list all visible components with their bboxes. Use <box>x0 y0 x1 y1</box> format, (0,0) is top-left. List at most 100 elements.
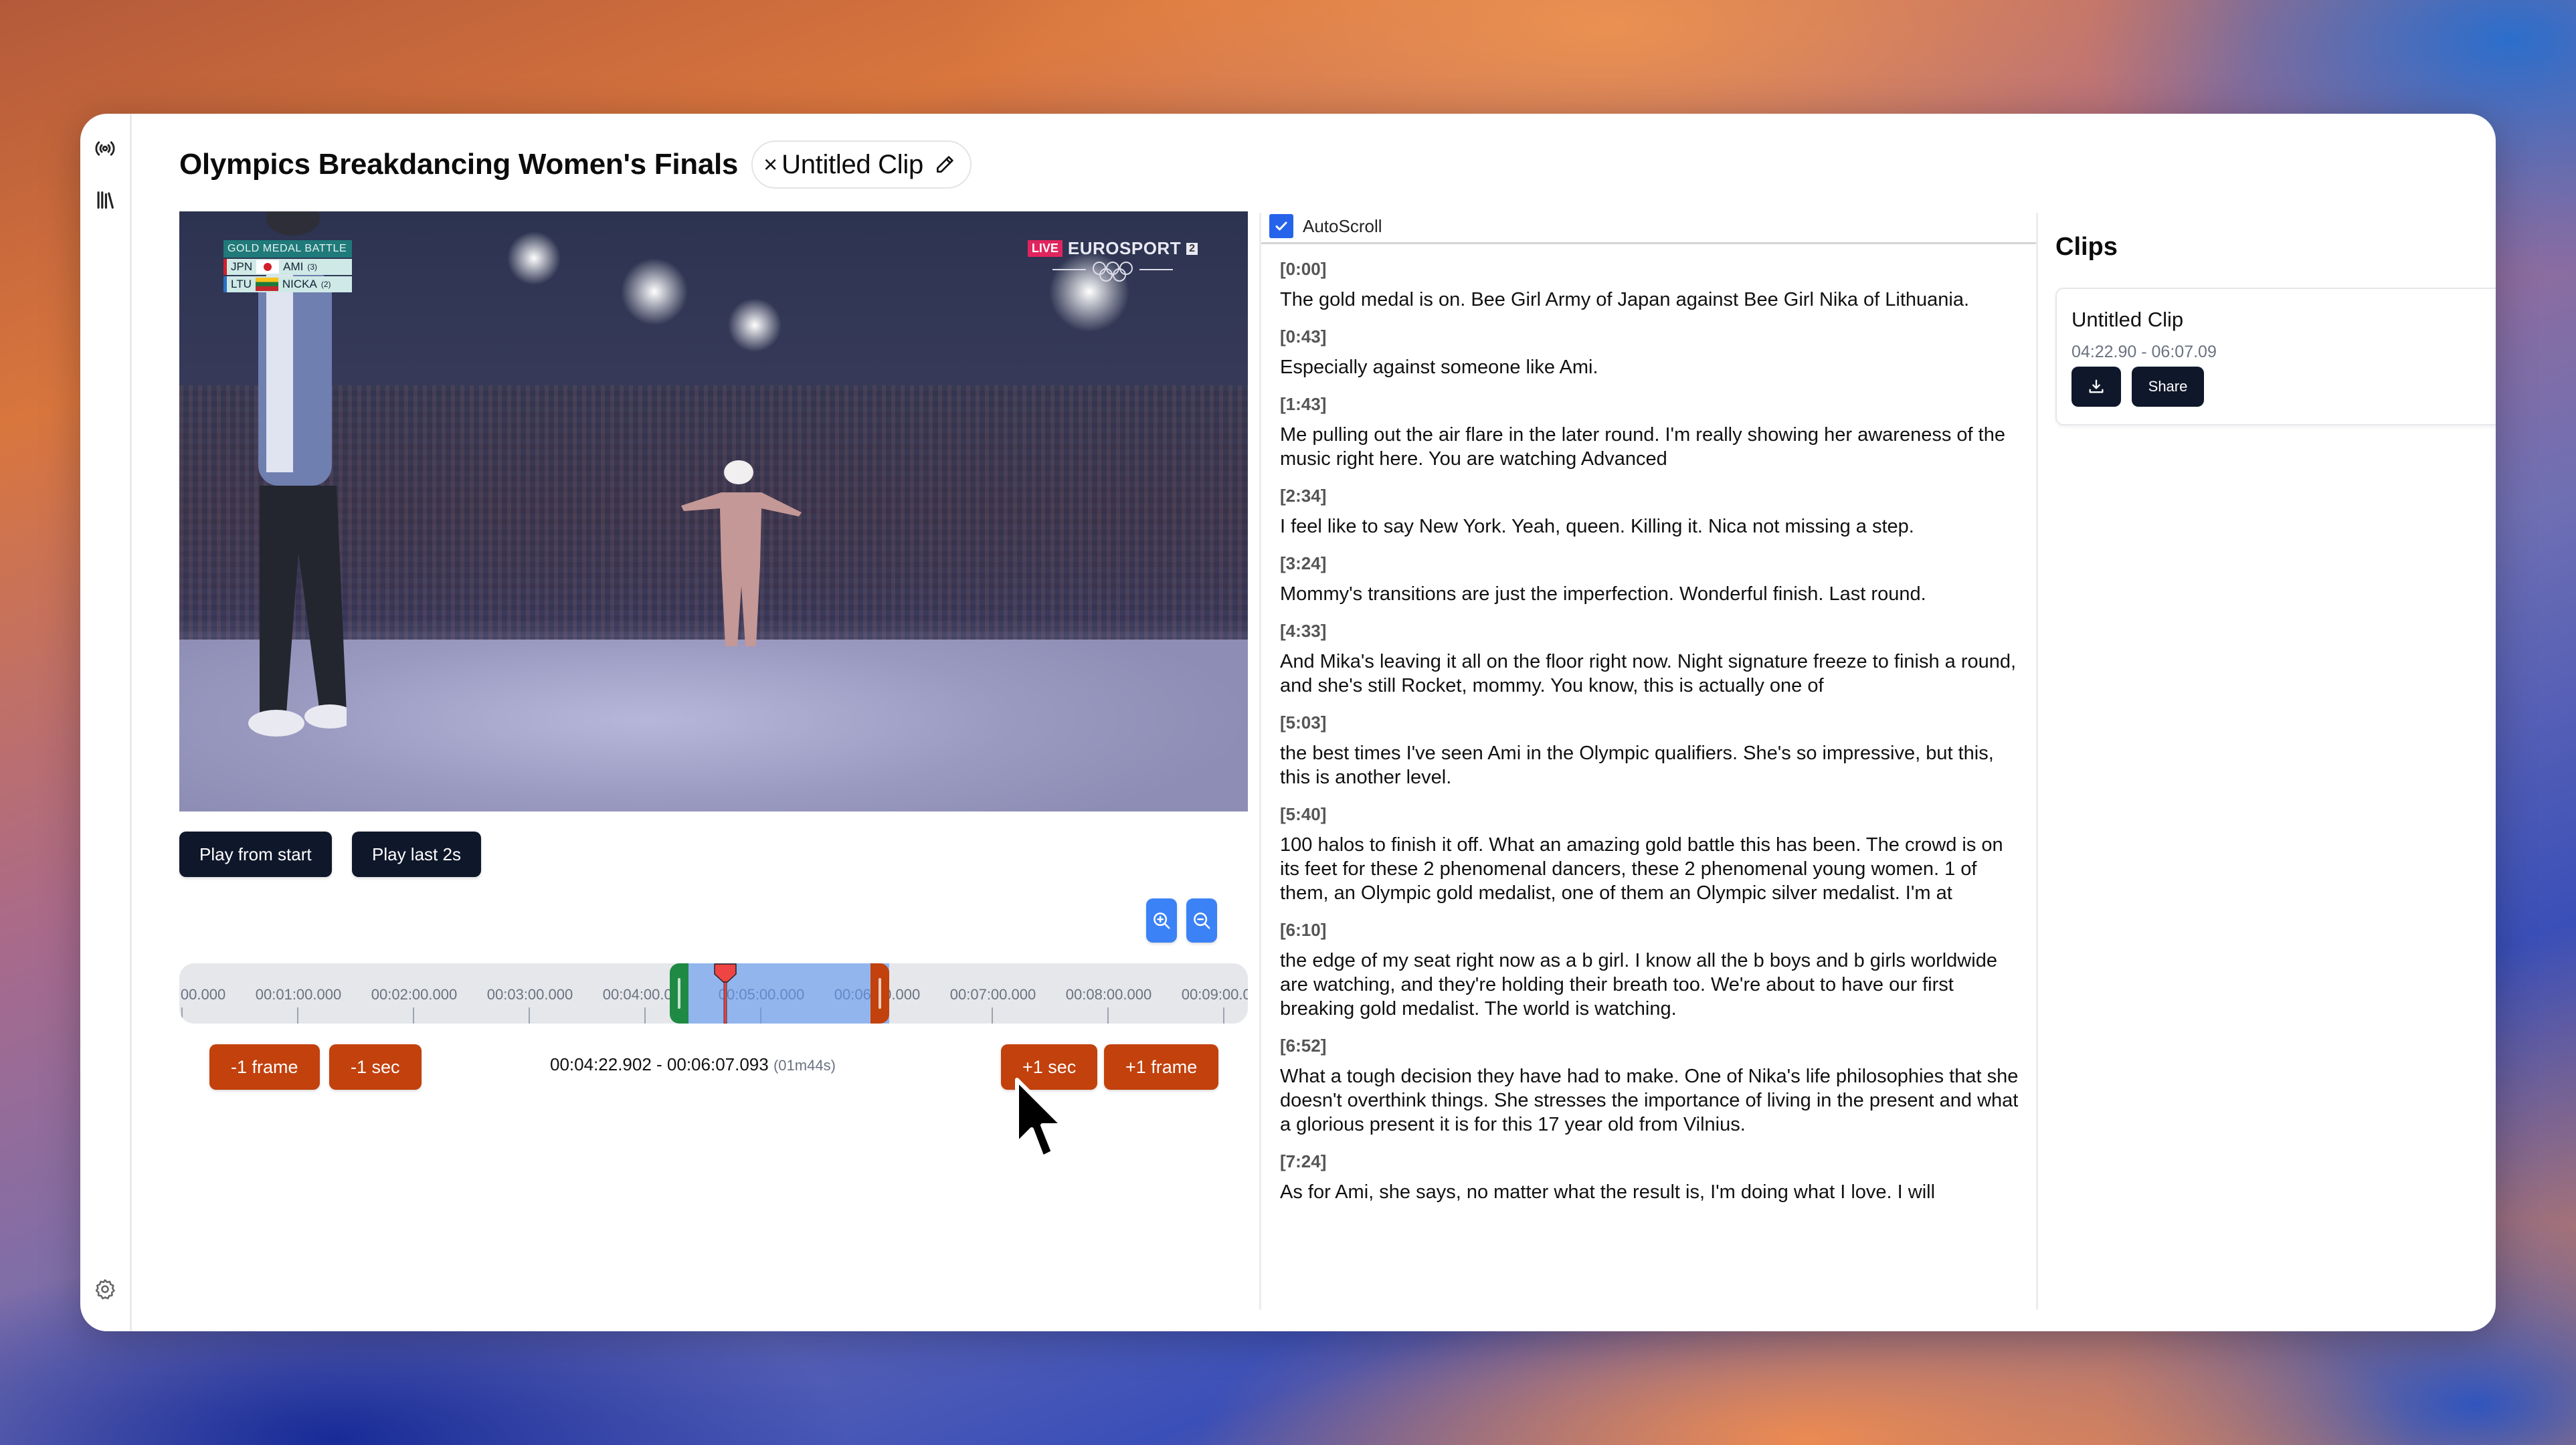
selection-range: 00:04:22.902 - 00:06:07.093 <box>550 1054 769 1074</box>
zoom-out-icon <box>1194 912 1210 929</box>
handle-grip <box>678 978 681 1009</box>
clip-name: Untitled Clip <box>2072 308 2184 331</box>
autoscroll-checkbox[interactable] <box>1269 214 1293 238</box>
segment-timestamp[interactable]: [0:00] <box>1280 259 2023 280</box>
overlay-row-ltu: LTU NICKA (2) <box>223 276 352 292</box>
selection-duration: (01m44s) <box>773 1057 836 1074</box>
transcript-segment[interactable]: [1:43] Me pulling out the air flare in t… <box>1261 394 2036 471</box>
library-icon <box>97 191 114 209</box>
timeline-track[interactable]: 00:00:00.000 00:01:00.000 00:02:00.000 00:0… <box>179 963 1248 1024</box>
clip-card[interactable]: Untitled Clip 04:22.90 - 06:07.09 Share <box>2055 288 2496 425</box>
transcript-segment[interactable]: [0:00] The gold medal is on. Bee Girl Ar… <box>1261 259 2036 312</box>
video-dancer-background <box>681 460 802 646</box>
minus-frame-button[interactable]: -1 frame <box>209 1044 320 1090</box>
transcript-segment[interactable]: [2:34] I feel like to say New York. Yeah… <box>1261 486 2036 539</box>
live-badge: LIVE <box>1027 240 1063 257</box>
play-last-2s-button[interactable]: Play last 2s <box>352 832 481 877</box>
segment-text: What a tough decision they have had to m… <box>1280 1066 2019 1135</box>
playhead[interactable] <box>711 963 740 1024</box>
segment-timestamp[interactable]: [0:43] <box>1280 326 2023 347</box>
timeline-tick <box>413 1007 414 1024</box>
zoom-in-icon <box>1154 912 1170 929</box>
segment-timestamp[interactable]: [2:34] <box>1280 486 2023 506</box>
transcript-segment[interactable]: [5:40] 100 halos to finish it off. What … <box>1261 804 2036 905</box>
clips-panel: Clips Untitled Clip 04:22.90 - 06:07.09 … <box>2035 213 2496 1310</box>
sidebar-item-live[interactable] <box>94 137 116 160</box>
overlay-seed: (2) <box>320 280 331 289</box>
segment-text: And Mika's leaving it all on the floor r… <box>1280 651 2017 696</box>
app-window: Olympics Breakdancing Women's Finals × U… <box>80 114 2496 1331</box>
sidebar-item-library[interactable] <box>94 189 116 211</box>
timeline-tick-label: 00:00:00.000 <box>179 986 226 1003</box>
timeline-tick <box>992 1007 993 1024</box>
selection-start-handle[interactable] <box>670 963 689 1024</box>
plus-frame-button[interactable]: +1 frame <box>1104 1044 1219 1090</box>
plus-sec-button[interactable]: +1 sec <box>1001 1044 1098 1090</box>
play-from-start-button[interactable]: Play from start <box>179 832 332 877</box>
selection-range-readout: 00:04:22.902 - 00:06:07.093 (01m44s) <box>550 1054 836 1075</box>
overlay-row-jpn: JPN AMI (3) <box>223 259 352 275</box>
overlay-country: JPN <box>231 260 253 273</box>
overlay-heading: GOLD MEDAL BATTLE <box>223 240 352 258</box>
timeline-tick-label: 00:07:00.000 <box>949 986 1036 1003</box>
timeline-tick-label: 00:02:00.000 <box>371 986 458 1003</box>
autoscroll-toggle[interactable]: AutoScroll <box>1261 213 2036 244</box>
segment-text: I feel like to say New York. Yeah, queen… <box>1280 516 1914 537</box>
timeline-tick <box>297 1007 298 1024</box>
timeline-tick-label: 00:01:00.000 <box>255 986 342 1003</box>
selection-end-handle[interactable] <box>870 963 890 1024</box>
clip-download-button[interactable] <box>2072 367 2121 407</box>
minus-sec-button[interactable]: -1 sec <box>329 1044 422 1090</box>
broadcaster-channel: 2 <box>1186 242 1198 255</box>
transcript-segment[interactable]: [6:52] What a tough decision they have h… <box>1261 1036 2036 1137</box>
transcript-panel[interactable]: AutoScroll [0:00] The gold medal is on. … <box>1259 213 2038 1310</box>
page-title: Olympics Breakdancing Women's Finals <box>179 148 739 181</box>
segment-text: As for Ami, she says, no matter what the… <box>1280 1181 1936 1203</box>
timeline-tick <box>1107 1007 1109 1024</box>
transcript-segments: [0:00] The gold medal is on. Bee Girl Ar… <box>1261 259 2036 1204</box>
active-clip-chip[interactable]: × Untitled Clip <box>751 140 972 189</box>
timeline-zoom-in-button[interactable] <box>1146 898 1177 943</box>
transcript-segment[interactable]: [3:24] Mommy's transitions are just the … <box>1261 553 2036 606</box>
timeline-tick <box>1223 1007 1224 1024</box>
segment-timestamp[interactable]: [4:33] <box>1280 621 2023 642</box>
clips-heading: Clips <box>2055 233 2118 261</box>
transcript-segment[interactable]: [4:33] And Mika's leaving it all on the … <box>1261 621 2036 698</box>
transcript-segment[interactable]: [5:03] the best times I've seen Ami in t… <box>1261 712 2036 789</box>
clip-range: 04:22.90 - 06:07.09 <box>2072 343 2217 361</box>
gear-icon <box>95 1279 115 1300</box>
overlay-athlete: NICKA <box>282 278 317 290</box>
pencil-icon[interactable] <box>934 154 955 175</box>
checkmark-icon <box>1275 221 1287 231</box>
segment-timestamp[interactable]: [5:40] <box>1280 804 2023 825</box>
segment-timestamp[interactable]: [6:10] <box>1280 920 2023 941</box>
transcript-segment[interactable]: [6:10] the edge of my seat right now as … <box>1261 920 2036 1021</box>
segment-text: the edge of my seat right now as a b gir… <box>1280 950 1997 1020</box>
timeline-tick-label: 00:09:00.000 <box>1181 986 1248 1003</box>
transcript-segment[interactable]: [0:43] Especially against someone like A… <box>1261 326 2036 379</box>
clip-share-button[interactable]: Share <box>2132 367 2204 407</box>
segment-text: Especially against someone like Ami. <box>1280 357 1598 378</box>
autoscroll-label: AutoScroll <box>1303 215 1382 236</box>
segment-timestamp[interactable]: [7:24] <box>1280 1151 2023 1172</box>
transcript-segment[interactable]: [7:24] As for Ami, she says, no matter w… <box>1261 1151 2036 1204</box>
segment-text: Me pulling out the air flare in the late… <box>1280 424 2005 470</box>
download-icon <box>2089 379 2104 393</box>
segment-timestamp[interactable]: [6:52] <box>1280 1036 2023 1056</box>
timeline-zoom-out-button[interactable] <box>1186 898 1217 943</box>
segment-text: 100 halos to finish it off. What an amaz… <box>1280 834 2003 904</box>
lithuania-flag-icon <box>255 278 278 291</box>
settings-button[interactable] <box>94 1278 116 1300</box>
handle-grip <box>879 978 882 1009</box>
video-player[interactable]: GOLD MEDAL BATTLE JPN AMI (3) LTU NICKA … <box>179 211 1248 811</box>
close-clip-icon[interactable]: × <box>763 153 777 177</box>
olympic-rings-icon <box>1052 262 1173 282</box>
segment-timestamp[interactable]: [3:24] <box>1280 553 2023 574</box>
broadcaster-logo: EUROSPORT <box>1067 238 1182 258</box>
segment-timestamp[interactable]: [5:03] <box>1280 712 2023 733</box>
timeline-tick <box>529 1007 530 1024</box>
mouse-cursor-icon <box>1015 1078 1065 1159</box>
overlay-country: LTU <box>231 278 252 290</box>
active-clip-name: Untitled Clip <box>781 149 923 179</box>
segment-timestamp[interactable]: [1:43] <box>1280 394 2023 415</box>
